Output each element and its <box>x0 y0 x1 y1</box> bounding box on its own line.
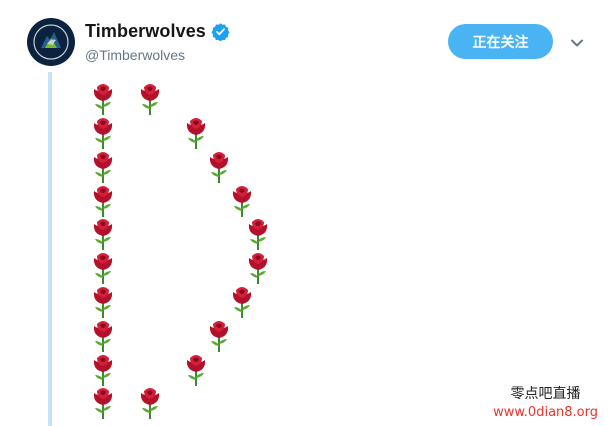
watermark-url: www.0dian8.org <box>493 405 598 420</box>
rose-emoji-icon <box>184 116 208 150</box>
name-row: Timberwolves <box>85 21 230 42</box>
rose-emoji-icon <box>207 319 231 353</box>
following-button[interactable]: 正在关注 <box>448 24 553 59</box>
chevron-down-icon[interactable] <box>569 35 585 51</box>
rose-emoji-icon <box>91 319 115 353</box>
rose-emoji-icon <box>91 217 115 251</box>
display-name[interactable]: Timberwolves <box>85 21 206 42</box>
rose-emoji-icon <box>91 82 115 116</box>
watermark-title: 零点吧直播 <box>510 386 581 402</box>
user-handle: @Timberwolves <box>85 47 186 63</box>
avatar[interactable] <box>27 18 75 66</box>
verified-badge-icon <box>211 23 230 41</box>
watermark: 零点吧直播 www.0dian8.org <box>493 383 598 420</box>
rose-emoji-icon <box>91 150 115 184</box>
rose-emoji-icon <box>91 184 115 218</box>
rose-emoji-icon <box>91 251 115 285</box>
rose-emoji-icon <box>91 116 115 150</box>
rose-emoji-icon <box>91 285 115 319</box>
rose-emoji-icon <box>230 285 254 319</box>
rose-emoji-icon <box>246 251 270 285</box>
rose-emoji-icon <box>246 217 270 251</box>
rose-emoji-icon <box>184 353 208 387</box>
timberwolves-logo-icon <box>28 19 74 65</box>
rose-emoji-icon <box>230 184 254 218</box>
rose-emoji-icon <box>138 82 162 116</box>
thread-line <box>48 72 52 426</box>
rose-emoji-icon <box>138 386 162 420</box>
rose-emoji-icon <box>207 150 231 184</box>
rose-emoji-icon <box>91 353 115 387</box>
rose-emoji-icon <box>91 386 115 420</box>
